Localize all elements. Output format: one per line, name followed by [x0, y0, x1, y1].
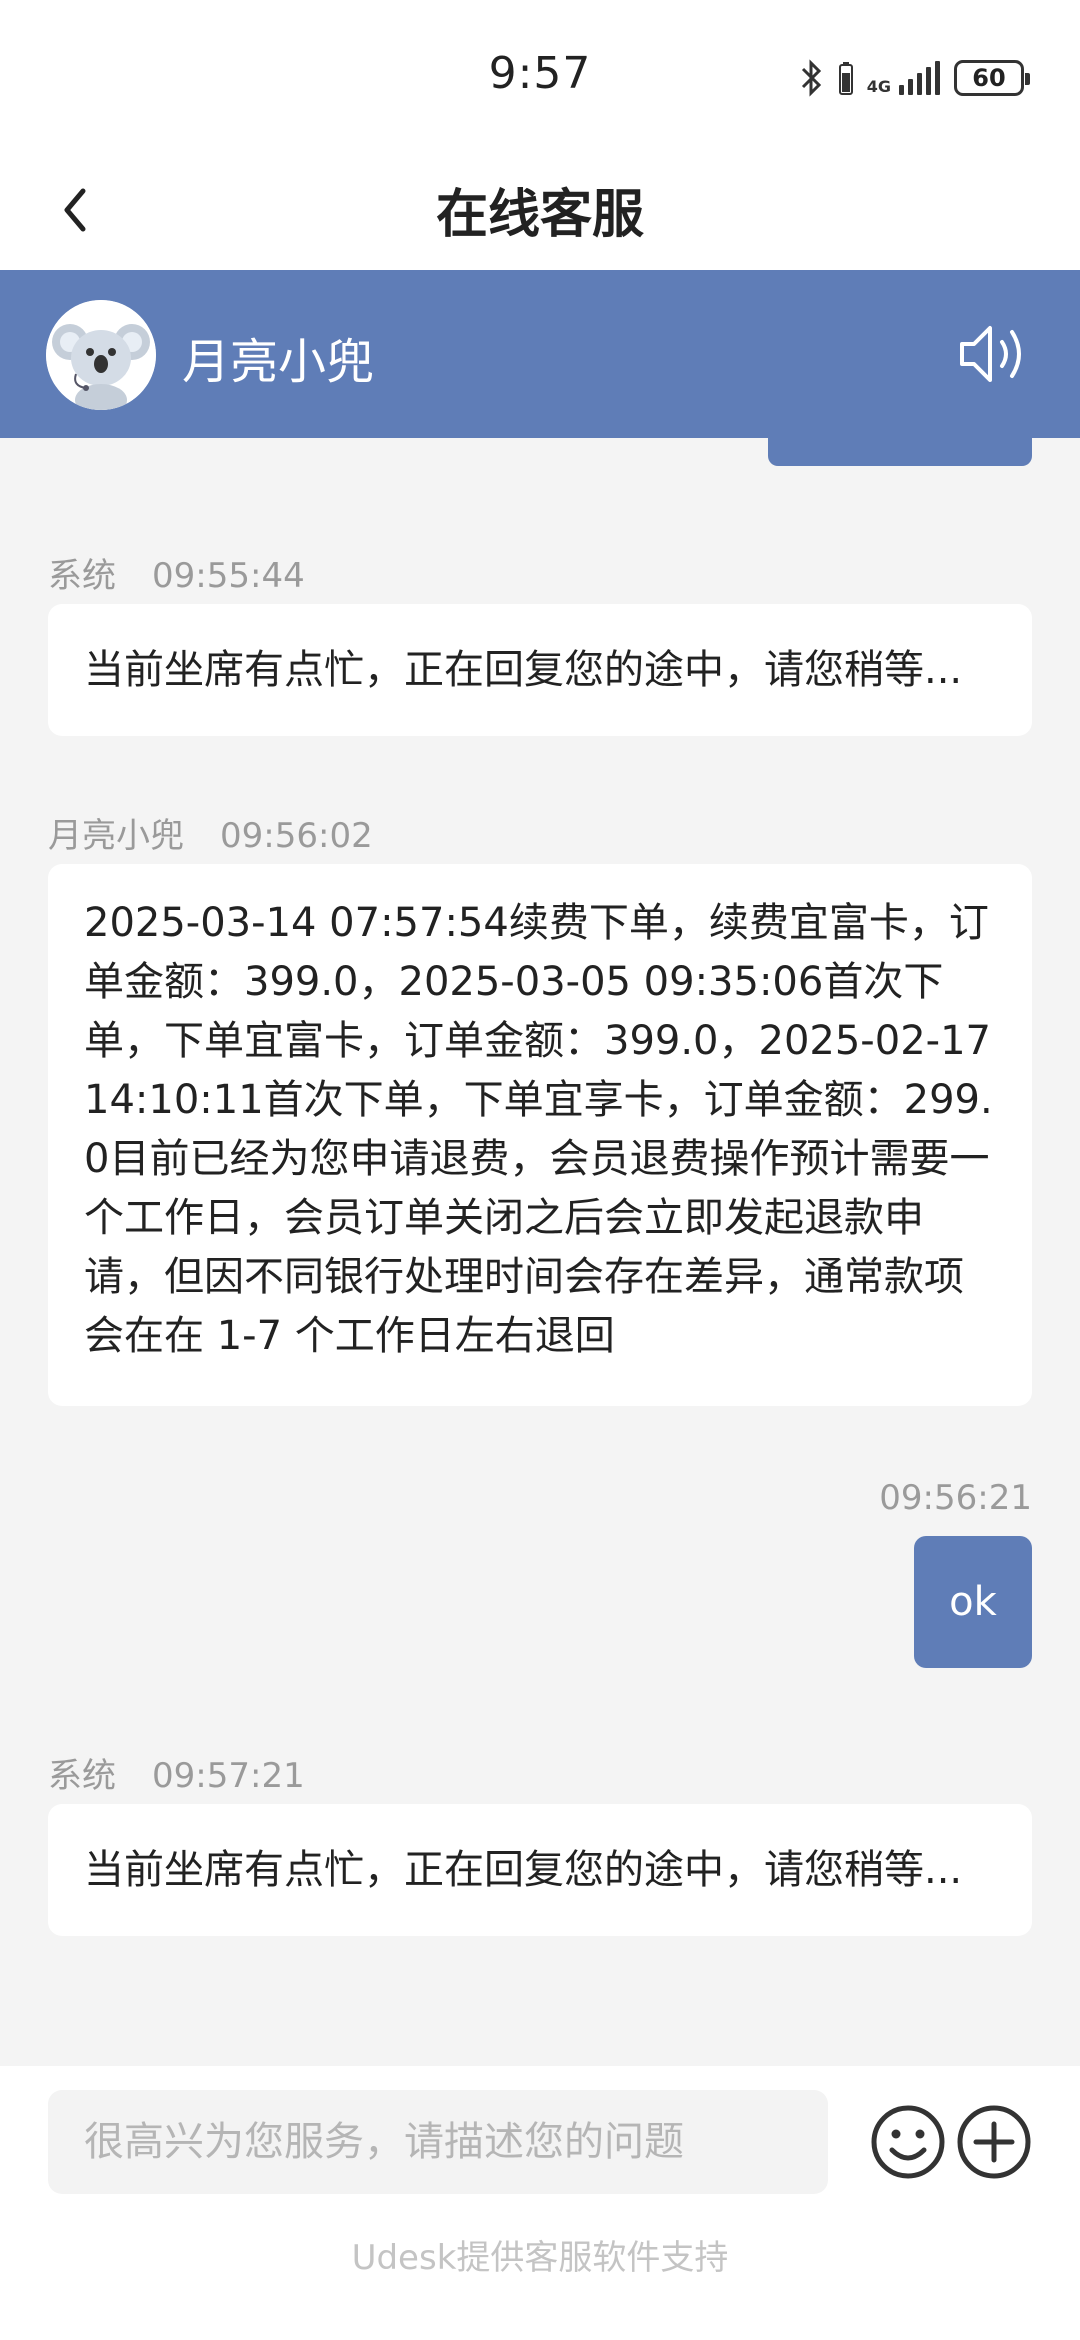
emoji-button[interactable] [868, 2102, 948, 2182]
koala-avatar-icon [46, 300, 156, 410]
message-meta: 09:56:21 [879, 1478, 1032, 1518]
input-bar: Udesk提供客服软件支持 [0, 2066, 1080, 2340]
message-sender: 系统 [48, 1756, 116, 1796]
battery-icon: 60 [954, 60, 1030, 96]
powered-by-text: Udesk提供客服软件支持 [351, 2238, 729, 2278]
message-input[interactable] [48, 2090, 828, 2194]
message-meta: 系统 09:55:44 [48, 548, 305, 597]
agent-bar: 月亮小兜 [0, 270, 1080, 438]
network-type: 4G [866, 77, 891, 96]
message-meta: 月亮小兜 09:56:02 [48, 808, 373, 857]
message-time: 09:56:21 [879, 1478, 1032, 1518]
signal-icon: 4G [867, 61, 940, 95]
message-bubble: 2025-03-14 07:57:54续费下单，续费宜富卡，订单金额：399.0… [48, 864, 1032, 1406]
message-sender: 系统 [48, 556, 116, 596]
speaker-button[interactable] [958, 318, 1034, 390]
message-time: 09:55:44 [152, 556, 305, 596]
message-sender: 月亮小兜 [48, 816, 184, 856]
smiley-icon [871, 2105, 945, 2179]
status-icons: 4G 60 [799, 56, 1030, 100]
agent-name: 月亮小兜 [182, 334, 375, 390]
status-bar: 9:57 4G 60 [0, 0, 1080, 150]
nav-header: 在线客服 [0, 150, 1080, 270]
message-meta: 系统 09:57:21 [48, 1748, 305, 1797]
message-time: 09:57:21 [152, 1756, 305, 1796]
message-bubble: 当前坐席有点忙，正在回复您的途中，请您稍等... [48, 604, 1032, 736]
plus-circle-icon [957, 2105, 1031, 2179]
speaker-icon [960, 326, 1021, 382]
chat-area[interactable]: 系统 09:55:44 当前坐席有点忙，正在回复您的途中，请您稍等... 月亮小兜… [0, 438, 1080, 2066]
page-title: 在线客服 [435, 185, 644, 245]
add-button[interactable] [954, 2102, 1034, 2182]
battery-level: 60 [972, 64, 1006, 92]
bluetooth-icon [801, 59, 821, 97]
battery-saver-icon [838, 62, 853, 95]
own-message-bubble: ok [914, 1536, 1032, 1668]
message-bubble: 当前坐席有点忙，正在回复您的途中，请您稍等... [48, 1804, 1032, 1936]
previous-message-bubble [768, 438, 1032, 466]
message-time: 09:56:02 [220, 816, 373, 856]
avatar [46, 300, 156, 410]
